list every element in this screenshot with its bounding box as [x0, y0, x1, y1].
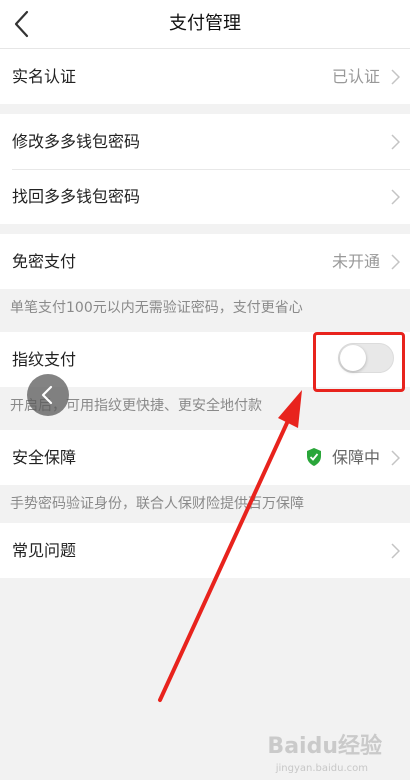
real-name-label: 实名认证	[12, 67, 77, 86]
highlight-box	[313, 332, 405, 392]
security-status: 保障中	[331, 448, 380, 467]
chevron-right-icon	[391, 543, 400, 559]
page-title: 支付管理	[169, 13, 241, 34]
chevron-right-icon	[391, 254, 400, 270]
group-security: 安全保障 保障中	[0, 430, 410, 485]
security-hint: 手势密码验证身份，联合人保财险提供百万保障	[0, 485, 410, 523]
security-row[interactable]: 安全保障 保障中	[0, 430, 410, 485]
chevron-right-icon	[391, 134, 400, 150]
chevron-right-icon	[391, 69, 400, 85]
chevron-right-icon	[391, 450, 400, 466]
password-free-status: 未开通	[331, 252, 380, 271]
faq-label: 常见问题	[12, 541, 77, 560]
change-password-row[interactable]: 修改多多钱包密码	[0, 114, 410, 169]
nav-bar: 支付管理	[0, 0, 410, 49]
real-name-status: 已认证	[331, 67, 380, 86]
change-password-label: 修改多多钱包密码	[12, 132, 141, 151]
group-faq: 常见问题	[0, 523, 410, 578]
floating-back-button[interactable]	[27, 374, 69, 416]
shield-check-icon	[307, 448, 321, 466]
faq-row[interactable]: 常见问题	[0, 523, 410, 578]
group-real-name: 实名认证 已认证	[0, 49, 410, 104]
watermark-url: jingyan.baidu.com	[275, 763, 368, 774]
group-password-free: 免密支付 未开通	[0, 234, 410, 289]
retrieve-password-label: 找回多多钱包密码	[12, 187, 141, 206]
real-name-row[interactable]: 实名认证 已认证	[0, 49, 410, 104]
group-password: 修改多多钱包密码 找回多多钱包密码	[0, 114, 410, 224]
chevron-right-icon	[391, 189, 400, 205]
password-free-hint: 单笔支付100元以内无需验证密码，支付更省心	[0, 289, 410, 327]
security-label: 安全保障	[12, 448, 77, 467]
password-free-label: 免密支付	[12, 252, 77, 271]
chevron-left-icon	[41, 385, 53, 405]
watermark-logo: Baidu经验	[267, 734, 382, 759]
password-free-row[interactable]: 免密支付 未开通	[0, 234, 410, 289]
retrieve-password-row[interactable]: 找回多多钱包密码	[0, 169, 410, 224]
